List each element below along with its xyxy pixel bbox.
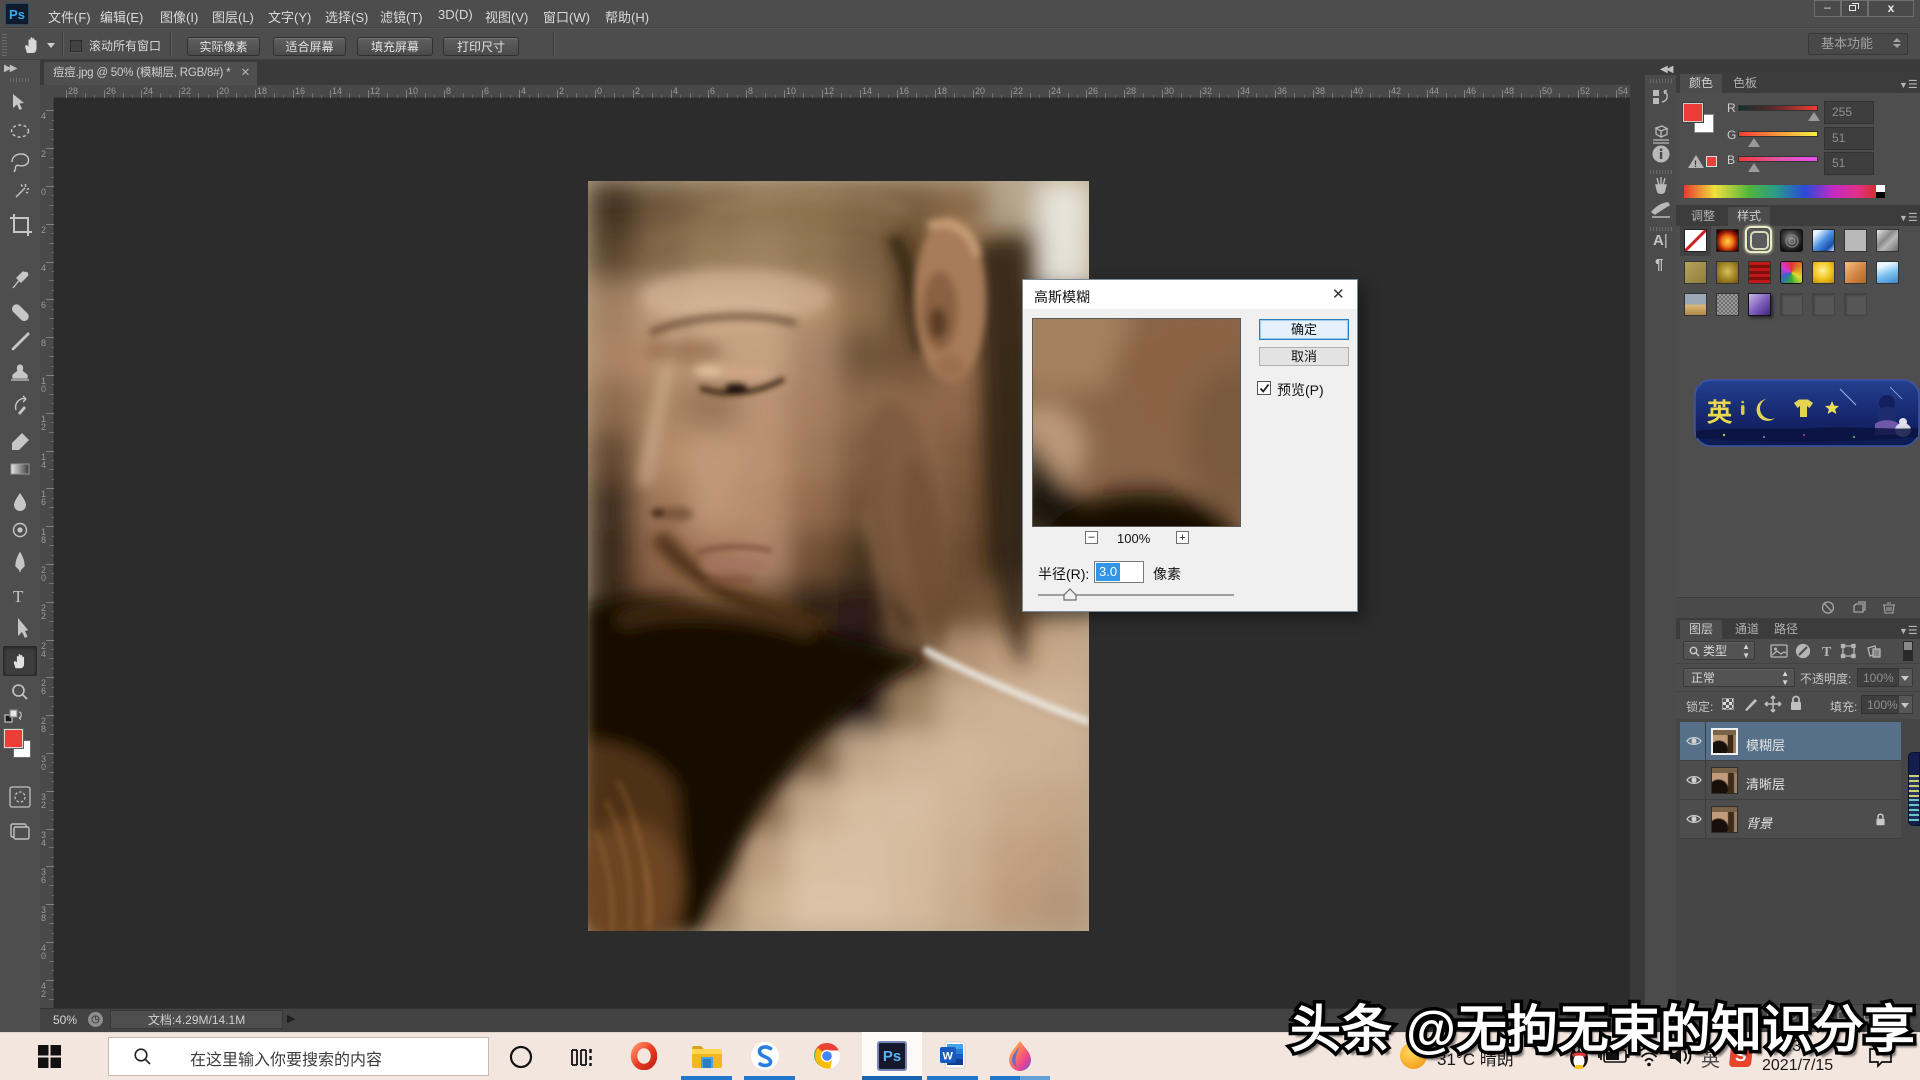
svg-text:W: W [943, 1051, 954, 1063]
svg-text:英: 英 [1707, 399, 1733, 427]
svg-text:T: T [13, 587, 24, 606]
svg-text:T: T [1822, 645, 1832, 659]
